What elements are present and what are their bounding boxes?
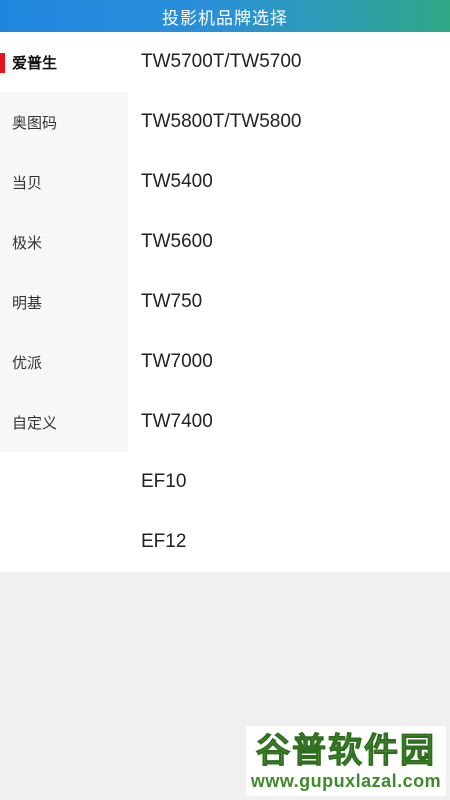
sidebar-item-label: 自定义 — [12, 413, 58, 432]
sidebar-item-label: 明基 — [12, 293, 43, 312]
model-item[interactable]: TW750 — [128, 272, 450, 332]
sidebar-item-epson[interactable]: 爱普生 — [0, 32, 128, 92]
sidebar-item-label: 奥图码 — [12, 113, 58, 132]
sidebar-item-label: 极米 — [12, 233, 43, 252]
model-item[interactable]: TW5700T/TW5700 — [128, 32, 450, 92]
sidebar-item-optoma[interactable]: 奥图码 — [0, 92, 128, 152]
sidebar-item-label: 爱普生 — [12, 53, 58, 72]
watermark-logo: 谷普软件园 www.gupuxlazal.com — [246, 726, 446, 796]
model-item[interactable]: TW7000 — [128, 332, 450, 392]
page-title: 投影机品牌选择 — [162, 8, 288, 29]
model-item[interactable]: TW7400 — [128, 392, 450, 452]
sidebar-item-viewsonic[interactable]: 优派 — [0, 332, 128, 392]
model-item[interactable]: EF10 — [128, 452, 450, 512]
sidebar-item-custom[interactable]: 自定义 — [0, 392, 128, 452]
sidebar-item-label: 当贝 — [12, 173, 43, 192]
watermark-url: www.gupuxlazal.com — [250, 771, 442, 791]
sidebar-item-label: 优派 — [12, 353, 43, 372]
brand-picker: 爱普生 奥图码 当贝 极米 明基 优派 自定义 TW5700T/TW5700 T… — [0, 32, 450, 572]
sidebar-item-xgimi[interactable]: 极米 — [0, 212, 128, 272]
sidebar-item-benq[interactable]: 明基 — [0, 272, 128, 332]
watermark-title: 谷普软件园 — [256, 731, 436, 772]
brand-sidebar: 爱普生 奥图码 当贝 极米 明基 优派 自定义 — [0, 32, 128, 572]
model-item[interactable]: TW5800T/TW5800 — [128, 92, 450, 152]
model-item[interactable]: TW5600 — [128, 212, 450, 272]
model-item[interactable]: TW5400 — [128, 152, 450, 212]
app-header: 投影机品牌选择 — [0, 0, 450, 32]
sidebar-item-dangbei[interactable]: 当贝 — [0, 152, 128, 212]
model-item[interactable]: EF12 — [128, 512, 450, 572]
active-indicator — [0, 53, 5, 73]
model-list: TW5700T/TW5700 TW5800T/TW5800 TW5400 TW5… — [128, 32, 450, 572]
